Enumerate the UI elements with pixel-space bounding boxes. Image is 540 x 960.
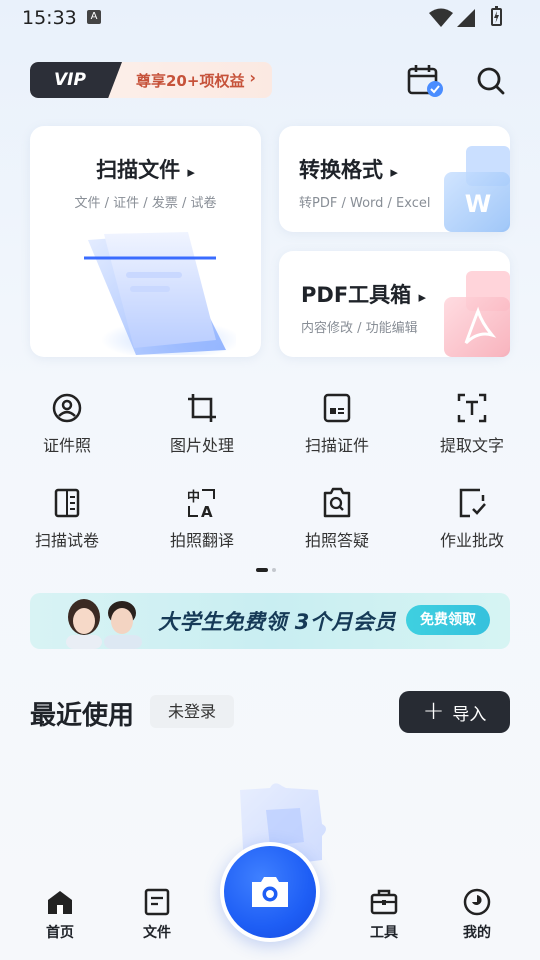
arrow-right-icon: ▸ <box>418 288 427 306</box>
not-logged-in-chip[interactable]: 未登录 <box>150 695 234 728</box>
tool-scan-exam[interactable]: 扫描试卷 <box>7 487 127 551</box>
nav-home[interactable]: 首页 <box>25 888 95 942</box>
chevron-right-icon: › <box>249 68 256 87</box>
crop-icon <box>188 394 216 422</box>
vip-benefits-text: 尊享20+项权益 <box>136 72 245 90</box>
word-file-icon: W <box>444 146 510 232</box>
claim-free-button[interactable]: 免费领取 <box>406 605 490 635</box>
tool-photo-translate[interactable]: 中 A 拍照翻译 <box>142 487 262 551</box>
tool-image-process[interactable]: 图片处理 <box>142 392 262 456</box>
camera-icon <box>252 877 288 907</box>
promo-banner[interactable]: 大学生免费领 3个月会员 免费领取 <box>30 593 510 649</box>
camera-button[interactable] <box>224 846 316 938</box>
page-indicator <box>256 568 276 572</box>
search-icon[interactable] <box>476 66 506 96</box>
tool-label: 图片处理 <box>169 436 234 455</box>
profile-icon <box>463 888 491 916</box>
home-icon <box>48 891 72 914</box>
arrow-right-icon: ▸ <box>187 163 195 181</box>
students-illustration <box>66 599 142 649</box>
plus-icon: + <box>422 695 445 726</box>
tool-label: 拍照答疑 <box>304 531 369 550</box>
tool-label: 扫描证件 <box>304 436 369 455</box>
id-photo-icon <box>52 393 82 423</box>
id-card-scan-icon <box>323 393 351 423</box>
status-bar: 15:33 A <box>0 0 540 36</box>
import-label: 导入 <box>452 704 487 725</box>
convert-title-text: 转换格式 <box>299 158 383 182</box>
status-time: 15:33 <box>22 7 77 29</box>
signal-icon <box>457 9 475 27</box>
scan-card-title: 扫描文件 ▸ <box>30 154 261 184</box>
scan-title-text: 扫描文件 <box>96 158 181 182</box>
svg-text:A: A <box>201 503 213 519</box>
page-dot <box>272 568 276 572</box>
question-search-icon <box>323 487 351 518</box>
scan-document-illustration <box>84 232 236 355</box>
vip-tag: VIP <box>30 62 122 98</box>
pdf-file-icon <box>444 271 510 357</box>
tool-extract-text[interactable]: 提取文字 <box>412 392 532 456</box>
convert-card-subtitle: 转PDF / Word / Excel <box>299 196 431 211</box>
scan-card-subtitle: 文件 / 证件 / 发票 / 试卷 <box>74 196 217 211</box>
pdf-title-text: PDF工具箱 <box>301 283 412 307</box>
svg-text:W: W <box>465 190 491 218</box>
convert-card-title: 转换格式 ▸ <box>299 154 398 184</box>
text-extract-icon <box>457 393 487 423</box>
toolbox-icon <box>370 889 398 915</box>
pdf-card-subtitle: 内容修改 / 功能编辑 <box>301 321 418 336</box>
banner-text: 大学生免费领 3个月会员 <box>158 610 396 634</box>
vip-banner[interactable]: VIP 尊享20+项权益 › <box>30 62 272 98</box>
wifi-icon <box>429 8 453 27</box>
tool-label: 作业批改 <box>439 531 504 550</box>
nav-files[interactable]: 文件 <box>122 888 192 942</box>
svg-text:中: 中 <box>187 489 200 505</box>
notification-a-icon: A <box>87 10 101 24</box>
nav-tools[interactable]: 工具 <box>349 888 419 942</box>
nav-profile[interactable]: 我的 <box>442 888 512 942</box>
battery-icon <box>491 6 502 26</box>
exam-scan-icon <box>54 488 80 518</box>
tool-label: 提取文字 <box>439 436 504 455</box>
file-icon <box>144 888 170 916</box>
arrow-right-icon: ▸ <box>390 163 398 181</box>
tool-label: 证件照 <box>42 436 91 455</box>
tool-scan-id[interactable]: 扫描证件 <box>277 392 397 456</box>
calendar-check-icon[interactable] <box>406 64 444 98</box>
homework-check-icon <box>459 488 486 518</box>
nav-label: 我的 <box>463 925 491 941</box>
tool-label: 拍照翻译 <box>169 531 234 550</box>
tool-id-photo[interactable]: 证件照 <box>7 392 127 456</box>
nav-label: 工具 <box>370 925 398 941</box>
tool-homework-check[interactable]: 作业批改 <box>412 487 532 551</box>
nav-label: 首页 <box>46 925 74 941</box>
import-button[interactable]: + 导入 <box>399 691 510 733</box>
tool-photo-qa[interactable]: 拍照答疑 <box>277 487 397 551</box>
nav-label: 文件 <box>143 925 171 941</box>
translate-icon: 中 A <box>187 489 215 519</box>
pdf-card-title: PDF工具箱 ▸ <box>301 279 426 309</box>
page-dot-active <box>256 568 268 572</box>
recent-section-title: 最近使用 <box>30 701 135 731</box>
tool-label: 扫描试卷 <box>34 531 99 550</box>
